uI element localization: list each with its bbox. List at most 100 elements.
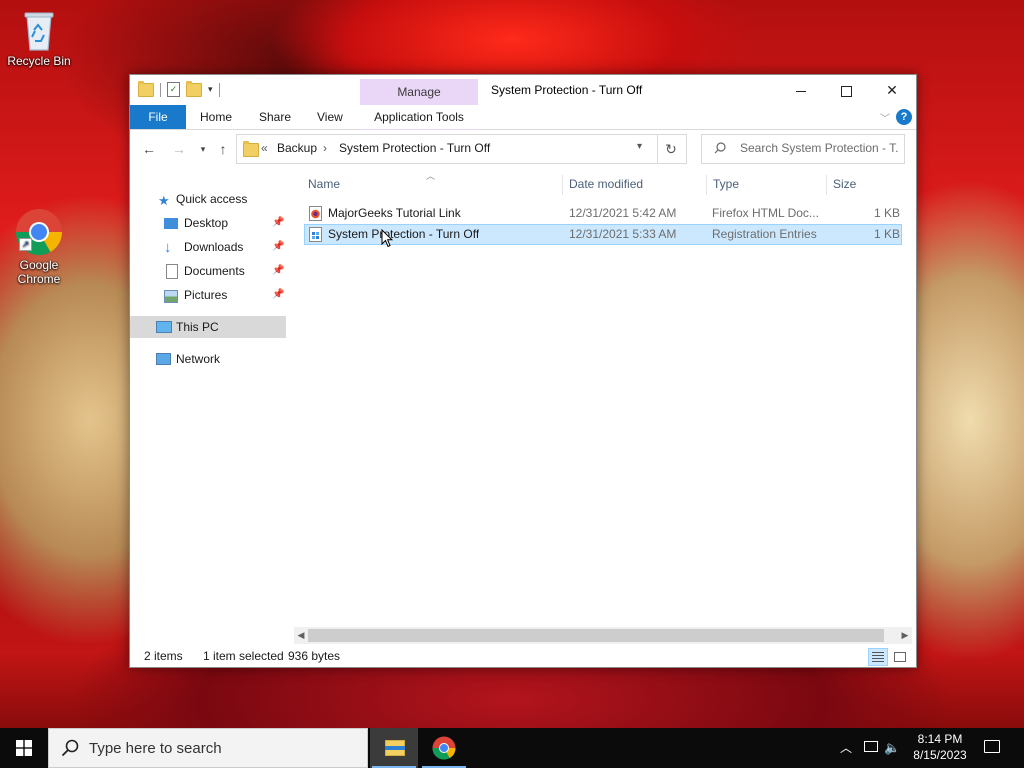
nav-item-desktop[interactable]: Desktop 📌 [130,212,286,234]
tab-file[interactable]: File [130,105,186,129]
horizontal-scrollbar[interactable]: ◀ ▶ [294,627,912,644]
breadcrumb-backup[interactable]: Backup [277,141,317,155]
star-icon: ★ [158,193,170,208]
table-row[interactable] [304,277,902,298]
nav-item-pictures[interactable]: Pictures 📌 [130,284,286,306]
quick-access-toolbar: ✓ ▾ [138,80,220,97]
scroll-right-icon[interactable]: ▶ [898,627,912,644]
network-tray-icon[interactable] [862,728,880,768]
status-size: 936 bytes [288,649,341,663]
recycle-bin-label: Recycle Bin [7,54,71,68]
taskbar-search-placeholder: Type here to search [89,740,222,757]
volume-tray-icon[interactable]: 🔈 [884,728,904,768]
manage-contextual-tab[interactable]: Manage [360,79,478,105]
up-button[interactable]: ↑ [214,140,232,158]
nav-item-network[interactable]: Network [130,348,286,370]
column-header-type[interactable]: Type [713,171,739,197]
status-item-count: 2 items [144,649,183,663]
address-bar[interactable]: « Backup › System Protection - Turn Off … [236,134,658,164]
breadcrumb-current[interactable]: System Protection - Turn Off [339,141,490,155]
details-view-button[interactable] [868,648,888,666]
refresh-icon: ↻ [665,141,677,157]
back-button[interactable]: ← [140,140,158,158]
nav-item-label: Downloads [184,240,244,254]
scrollbar-thumb[interactable] [308,629,884,642]
ribbon-tabs: File Home Share View Application Tools ﹀… [130,105,916,131]
tab-home[interactable]: Home [188,105,244,129]
download-icon: ↓ [164,239,172,256]
column-separator[interactable] [826,175,827,195]
column-separator[interactable] [562,175,563,195]
start-button[interactable] [0,728,48,768]
file-size: 1 KB [874,206,901,220]
file-size: 1 KB [874,227,901,241]
help-icon[interactable]: ? [896,109,912,125]
search-icon [714,142,726,154]
new-folder-icon[interactable] [186,80,202,97]
speaker-icon: 🔈 [884,740,901,755]
file-explorer-icon-band [385,746,405,750]
arrow-left-icon: ← [142,141,156,157]
action-center-button[interactable] [980,728,1004,768]
column-separator[interactable] [706,175,707,195]
file-name: System Protection - Turn Off [328,227,480,241]
taskbar-search-box[interactable]: Type here to search [48,728,368,768]
toolbar-separator [160,82,161,97]
notification-icon [984,740,1000,753]
breadcrumb-separator: › [323,141,327,155]
tab-view[interactable]: View [305,105,355,129]
nav-item-quick-access[interactable]: ★ Quick access [130,188,286,210]
minimize-button[interactable] [778,75,824,105]
nav-item-label: Network [176,352,221,366]
chevron-down-icon: ▾ [200,144,206,154]
column-header-date-modified[interactable]: Date modified [569,171,643,197]
breadcrumb-overflow[interactable]: « [261,141,268,155]
title-bar: ✓ ▾ Manage System Protection - Turn Off … [130,75,916,105]
firefox-html-file-icon [309,206,322,221]
folder-icon [138,80,154,97]
pin-icon[interactable]: 📌 [272,260,284,282]
large-icons-view-button[interactable] [890,648,910,666]
customize-toolbar-icon[interactable]: ▾ [208,84,213,95]
computer-icon [156,321,172,333]
system-clock[interactable]: 8:14 PM 8/15/2023 [906,731,974,763]
file-row-majorgeeks[interactable]: MajorGeeks Tutorial Link 12/31/2021 5:42… [304,203,902,224]
properties-icon[interactable]: ✓ [167,82,180,97]
desktop-icon-google-chrome[interactable]: ↗ Google Chrome [1,208,77,286]
search-box[interactable] [701,134,905,164]
tab-application-tools[interactable]: Application Tools [360,105,478,131]
recycle-bin-icon [19,10,59,51]
nav-item-label: Quick access [176,192,248,206]
forward-button[interactable]: → [170,140,188,158]
maximize-icon [840,85,852,97]
nav-item-downloads[interactable]: ↓ Downloads 📌 [130,236,286,258]
address-dropdown-icon[interactable]: ▾ [637,141,642,152]
taskbar-file-explorer[interactable] [370,728,418,768]
pin-icon[interactable]: 📌 [272,212,284,234]
file-date-modified: 12/31/2021 5:42 AM [569,206,677,220]
pin-icon[interactable]: 📌 [272,236,284,258]
desktop-icon-recycle-bin[interactable]: Recycle Bin [1,10,77,68]
file-name: MajorGeeks Tutorial Link [328,206,461,220]
toolbar-separator [218,82,220,97]
clock-date: 8/15/2023 [913,748,967,762]
taskbar-google-chrome[interactable] [420,728,468,768]
tab-share[interactable]: Share [247,105,303,129]
maximize-button[interactable] [823,75,869,105]
scroll-left-icon[interactable]: ◀ [294,627,308,644]
column-header-name[interactable]: Name [308,171,340,197]
expand-ribbon-icon[interactable]: ﹀ [880,110,890,125]
nav-item-this-pc[interactable]: This PC [130,316,286,338]
close-button[interactable]: ✕ [869,75,915,105]
search-input[interactable] [740,139,898,157]
chrome-icon [432,736,456,760]
refresh-button[interactable]: ↻ [656,134,687,164]
file-row-system-protection[interactable]: System Protection - Turn Off 12/31/2021 … [304,224,902,245]
pin-icon[interactable]: 📌 [272,284,284,306]
file-type: Registration Entries [712,227,817,241]
show-hidden-icons-button[interactable]: ︿ [838,728,854,768]
status-selected: 1 item selected [203,649,284,663]
column-header-size[interactable]: Size [833,171,856,197]
nav-item-documents[interactable]: Documents 📌 [130,260,286,282]
recent-locations-button[interactable]: ▾ [194,140,212,158]
